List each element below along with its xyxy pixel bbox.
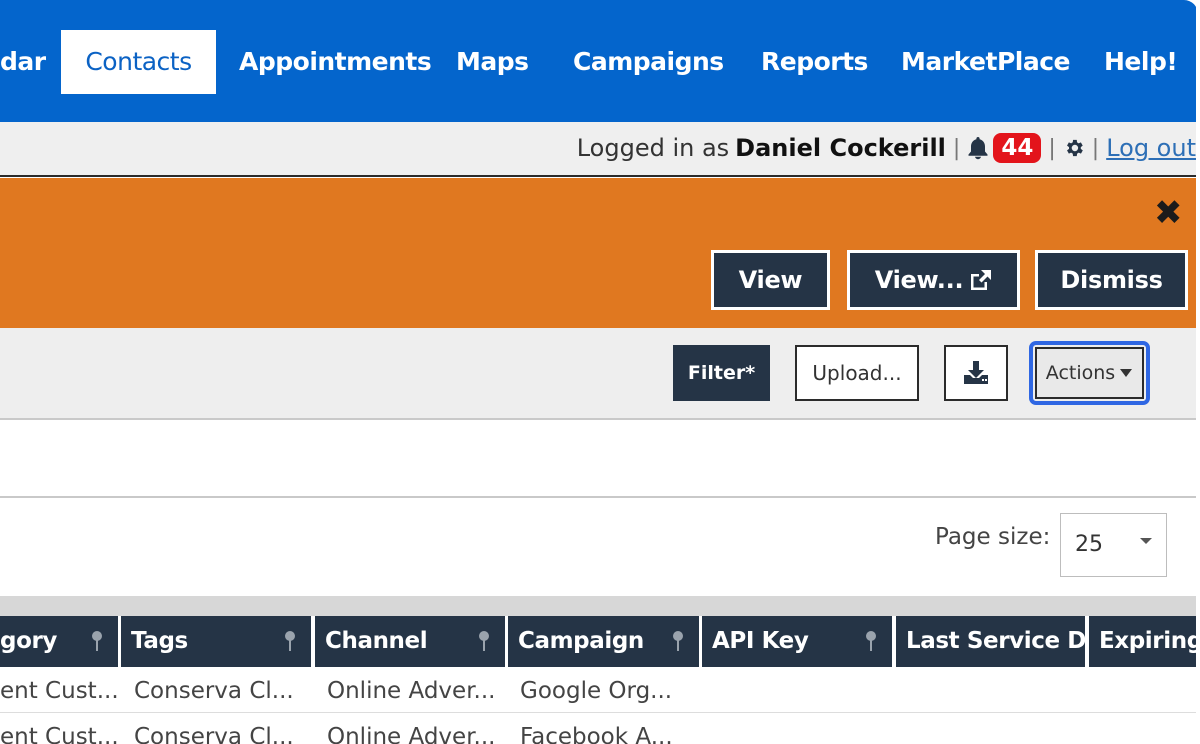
gear-icon [1066, 139, 1083, 157]
upload-button[interactable]: Upload... [795, 345, 919, 401]
column-header-label: Channel [325, 628, 428, 654]
table-cell-channel: Online Adver... [327, 678, 496, 704]
login-info: Logged in as Daniel Cockerill | 44 | | L… [577, 132, 1196, 164]
settings-button[interactable] [1063, 137, 1085, 159]
download-icon [964, 361, 988, 384]
nav-item-appointments[interactable]: Appointments [239, 30, 432, 94]
nav-item-marketplace[interactable]: MarketPlace [901, 30, 1070, 94]
close-icon[interactable]: ✖ [1154, 196, 1183, 230]
nav-item-campaigns[interactable]: Campaigns [573, 30, 724, 94]
toolbar [0, 328, 1198, 420]
nav-item-maps[interactable]: Maps [456, 30, 529, 94]
user-name: Daniel Cockerill [735, 134, 946, 162]
column-header-label: Expiring [1099, 628, 1198, 654]
notifications-button[interactable]: 44 [967, 133, 1042, 163]
separator: | [1048, 135, 1056, 161]
column-header-tags[interactable]: Tags [121, 616, 311, 667]
table-cell-category: ent Cust... [0, 678, 118, 704]
nav-item-help[interactable]: Help! [1104, 30, 1178, 94]
column-header-label: gory [0, 628, 58, 654]
table-cell-tags: Conserva Cl... [134, 724, 294, 744]
separator: | [952, 135, 961, 161]
notification-count-badge: 44 [993, 133, 1042, 163]
download-button[interactable] [944, 345, 1008, 401]
logged-in-label: Logged in as [576, 134, 730, 162]
column-header-channel[interactable]: Channel [315, 616, 505, 667]
logout-link[interactable]: Log out [1106, 134, 1196, 162]
pin-icon[interactable] [477, 630, 491, 652]
pin-icon[interactable] [864, 630, 878, 652]
dismiss-button[interactable]: Dismiss [1035, 250, 1188, 310]
bell-icon [968, 137, 988, 160]
table-cell-channel: Online Adver... [327, 724, 496, 744]
table-cell-tags: Conserva Cl... [134, 678, 294, 704]
table-cell-category: ent Cust... [0, 724, 118, 744]
actions-dropdown-button[interactable]: Actions [1035, 347, 1144, 399]
grid-header-strip [0, 596, 1198, 616]
page-size-value: 25 [1075, 532, 1103, 557]
external-link-icon [971, 270, 992, 290]
view-external-label: View... [874, 266, 964, 294]
chevron-down-icon [1140, 538, 1152, 544]
nav-item-contacts[interactable]: Contacts [61, 30, 216, 94]
pin-icon[interactable] [671, 630, 685, 652]
row-divider [0, 712, 1198, 713]
top-navigation: dar Contacts Appointments Maps Campaigns… [0, 0, 1198, 122]
column-header-label: Tags [131, 628, 188, 654]
column-header-expiring[interactable]: Expiring [1089, 616, 1198, 667]
actions-label: Actions [1045, 362, 1116, 384]
pin-icon[interactable] [90, 630, 104, 652]
view-external-button[interactable]: View... [847, 250, 1020, 310]
column-header-category[interactable]: gory [0, 616, 118, 667]
separator: | [1091, 135, 1100, 161]
pin-icon[interactable] [283, 630, 297, 652]
column-header-api-key[interactable]: API Key [702, 616, 892, 667]
caret-down-icon [1120, 369, 1133, 377]
table-cell-campaign: Google Org... [520, 678, 673, 704]
column-header-label: Campaign [518, 628, 644, 654]
filter-button[interactable]: Filter* [673, 345, 770, 401]
nav-item-calendar[interactable]: dar [0, 30, 46, 94]
column-header-campaign[interactable]: Campaign [508, 616, 699, 667]
column-header-label: Last Service Date [906, 628, 1085, 654]
content-spacer [0, 420, 1198, 498]
page-size-select[interactable]: 25 [1060, 513, 1167, 577]
nav-item-reports[interactable]: Reports [761, 30, 868, 94]
app-frame: dar Contacts Appointments Maps Campaigns… [0, 0, 1200, 744]
table-cell-campaign: Facebook A... [520, 724, 673, 744]
column-header-last-service-date[interactable]: Last Service Date [896, 616, 1085, 667]
login-bar: Logged in as Daniel Cockerill | 44 | | L… [0, 122, 1198, 177]
view-button[interactable]: View [711, 250, 830, 310]
page-size-label: Page size: [935, 524, 1051, 550]
page-edge [1196, 0, 1200, 744]
column-header-label: API Key [712, 628, 809, 654]
